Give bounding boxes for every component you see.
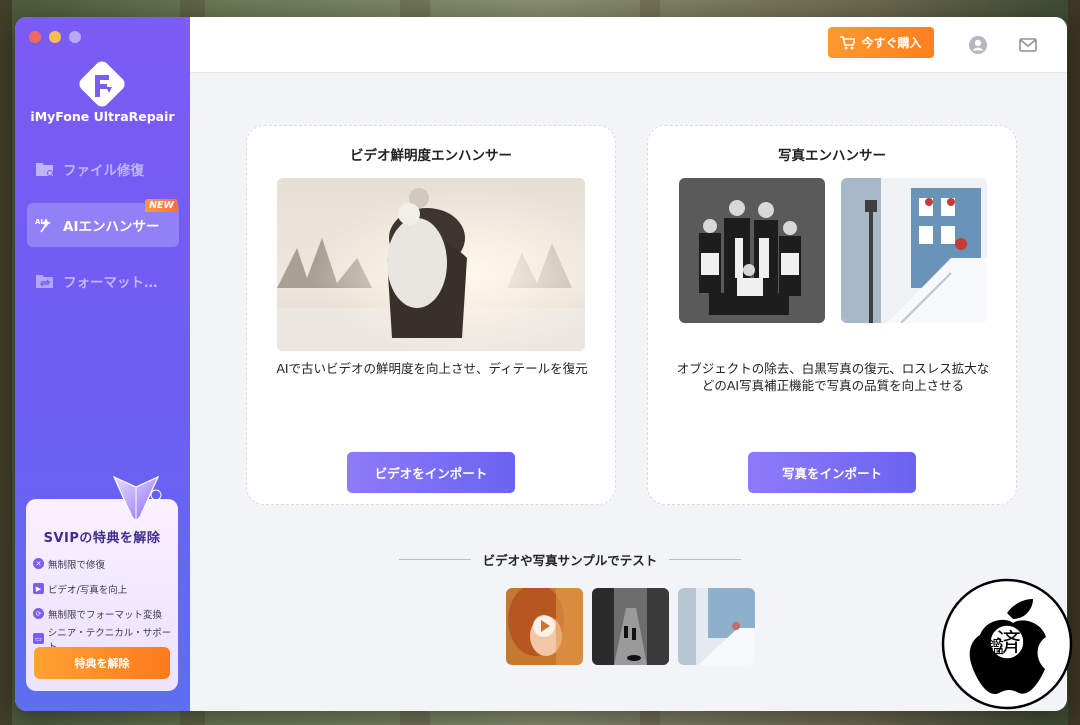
account-icon[interactable] bbox=[968, 35, 988, 55]
ai-sparkle-icon: AI bbox=[35, 216, 55, 234]
sample-video-thumbnail[interactable] bbox=[506, 588, 583, 665]
close-window-button[interactable] bbox=[29, 31, 41, 43]
app-name: iMyFone UltraRepair bbox=[30, 109, 175, 124]
photo-sample-color-image bbox=[841, 178, 987, 323]
photo-enhancer-card: 写真エンハンサー オブジェクトの除去、白黒写真の復元、ロスレス拡大などのAI写真… bbox=[647, 125, 1017, 505]
promo-feature: ▶ ビデオ/写真を向上 bbox=[33, 576, 178, 601]
promo-feature-list: ✕ 無制限で修復 ▶ ビデオ/写真を向上 ⟳ 無制限でフォーマット変換 ▭ シニア・テク… bbox=[33, 551, 178, 653]
seal-char: 済 bbox=[996, 628, 1021, 657]
divider bbox=[669, 559, 742, 560]
svg-text:AI: AI bbox=[35, 218, 43, 226]
sample-test-heading: ビデオや写真サンプルでテスト bbox=[290, 550, 850, 569]
minimize-window-button[interactable] bbox=[49, 31, 61, 43]
zoom-window-button[interactable] bbox=[69, 31, 81, 43]
sidebar: iMyFone UltraRepair ファイル修復 AI AIエンハンサー N… bbox=[15, 17, 190, 711]
convert-icon: ⟳ bbox=[33, 608, 44, 619]
sidebar-item-file-repair[interactable]: ファイル修復 bbox=[27, 147, 179, 191]
sidebar-item-label: ファイル修復 bbox=[63, 163, 144, 179]
video-sample-image bbox=[277, 178, 585, 351]
format-convert-icon bbox=[35, 272, 55, 290]
buy-now-button[interactable]: 今すぐ購入 bbox=[828, 27, 934, 58]
window-controls bbox=[29, 31, 81, 43]
cart-icon bbox=[840, 35, 856, 49]
photo-sample-bw-image bbox=[679, 178, 825, 323]
video-icon: ▶ bbox=[33, 583, 44, 594]
import-photo-button[interactable]: 写真をインポート bbox=[748, 452, 916, 493]
app-logo-icon bbox=[79, 61, 125, 107]
sample-blurry-photo-thumbnail[interactable] bbox=[678, 588, 755, 665]
new-badge: NEW bbox=[145, 199, 178, 212]
app-window: iMyFone UltraRepair ファイル修復 AI AIエンハンサー N… bbox=[15, 17, 1067, 711]
sidebar-item-ai-enhancer[interactable]: AI AIエンハンサー NEW bbox=[27, 199, 179, 247]
card-description: AIで古いビデオの鮮明度を向上させ、ディテールを復元 bbox=[276, 361, 588, 376]
repair-icon: ✕ bbox=[33, 558, 44, 569]
sample-bw-photo-thumbnail[interactable] bbox=[592, 588, 669, 665]
apple-seal-stamp-icon: 鑑 済 定 bbox=[941, 578, 1073, 710]
top-header: 今すぐ購入 bbox=[190, 17, 1067, 73]
svip-promo-panel: SVIPの特典を解除 ✕ 無制限で修復 ▶ ビデオ/写真を向上 ⟳ 無制限でフォーマッ… bbox=[26, 475, 178, 691]
sidebar-item-format[interactable]: フォーマット… bbox=[27, 259, 179, 303]
video-enhancer-card: ビデオ鮮明度エンハンサー AIで古いビデオの鮮明度を向上させ、ディテールを復元 bbox=[246, 125, 616, 505]
seal-char: 定 bbox=[1022, 637, 1037, 655]
promo-title: SVIPの特典を解除 bbox=[43, 531, 161, 546]
card-title: ビデオ鮮明度エンハンサー bbox=[350, 148, 512, 164]
folder-repair-icon bbox=[35, 160, 55, 178]
promo-feature: ✕ 無制限で修復 bbox=[33, 551, 178, 576]
support-icon: ▭ bbox=[33, 633, 44, 644]
sidebar-item-label: フォーマット… bbox=[63, 275, 158, 291]
card-title: 写真エンハンサー bbox=[778, 148, 886, 164]
promo-feature: ⟳ 無制限でフォーマット変換 bbox=[33, 601, 178, 626]
unlock-benefits-button[interactable]: 特典を解除 bbox=[34, 647, 170, 679]
sidebar-item-label: AIエンハンサー bbox=[63, 219, 160, 235]
diamond-gem-icon bbox=[112, 475, 162, 522]
import-video-button[interactable]: ビデオをインポート bbox=[347, 452, 515, 493]
divider bbox=[398, 559, 471, 560]
card-description: オブジェクトの除去、白黒写真の復元、ロスレス拡大などのAI写真補正機能で写真の品… bbox=[676, 361, 990, 393]
mail-icon[interactable] bbox=[1018, 35, 1038, 55]
